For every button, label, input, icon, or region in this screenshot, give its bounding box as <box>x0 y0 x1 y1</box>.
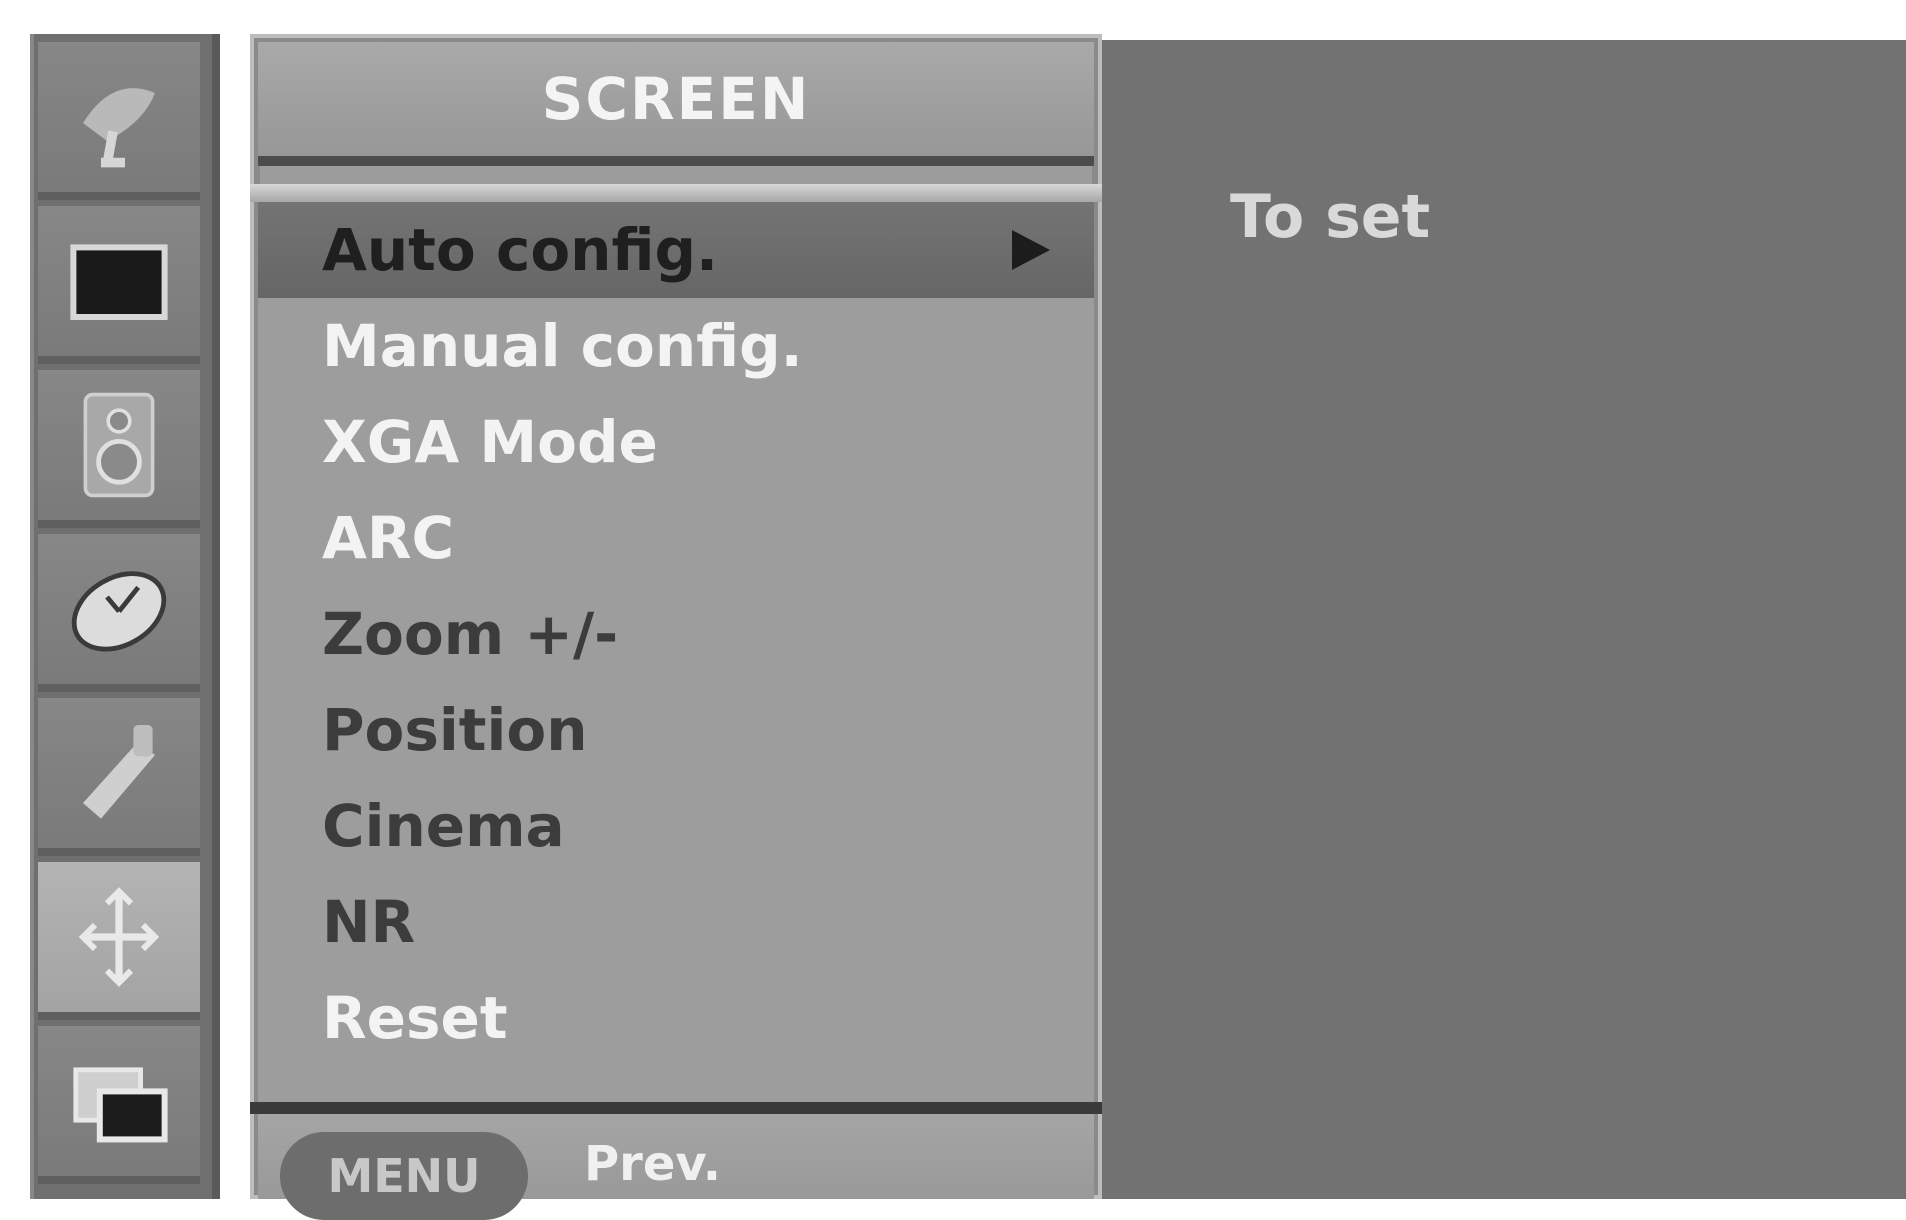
menu-header: SCREEN <box>258 42 1094 166</box>
menu-item-arc[interactable]: ARC <box>258 490 1094 586</box>
menu-item-xga-mode[interactable]: XGA Mode <box>258 394 1094 490</box>
sidebar-item-screen[interactable] <box>38 862 200 1020</box>
menu-item-label: Auto config. <box>322 216 719 284</box>
menu-footer: MENU Prev. <box>258 1114 1094 1220</box>
menu-item-label: Cinema <box>322 792 565 860</box>
menu-item-list: Auto config. Manual config. XGA Mode ARC… <box>258 202 1094 1102</box>
menu-item-position[interactable]: Position <box>258 682 1094 778</box>
special-tool-icon <box>83 725 155 819</box>
menu-title: SCREEN <box>541 65 811 133</box>
menu-item-label: ARC <box>322 504 455 572</box>
satellite-dish-icon <box>83 88 155 168</box>
sidebar-item-satellite[interactable] <box>38 42 200 200</box>
sidebar-item-audio[interactable] <box>38 370 200 528</box>
menu-item-auto-config[interactable]: Auto config. <box>258 202 1094 298</box>
sidebar-item-pip[interactable] <box>38 1026 200 1184</box>
menu-item-manual-config[interactable]: Manual config. <box>258 298 1094 394</box>
menu-divider <box>250 1102 1102 1114</box>
menu-item-label: Zoom +/- <box>322 600 619 668</box>
menu-item-label: Reset <box>322 984 508 1052</box>
screen-adjust-icon <box>78 887 160 987</box>
menu-item-cinema[interactable]: Cinema <box>258 778 1094 874</box>
menu-item-reset[interactable]: Reset <box>258 970 1094 1066</box>
menu-button[interactable]: MENU <box>280 1132 528 1220</box>
clock-icon <box>71 571 167 652</box>
description-text: To set <box>1230 182 1431 252</box>
menu-item-nr[interactable]: NR <box>258 874 1094 970</box>
arrow-right-icon <box>1012 230 1050 270</box>
menu-item-zoom[interactable]: Zoom +/- <box>258 586 1094 682</box>
menu-item-label: Position <box>322 696 588 764</box>
prev-label: Prev. <box>584 1136 722 1192</box>
description-panel: To set <box>1102 40 1906 1199</box>
speaker-icon <box>83 392 155 498</box>
sidebar-item-time[interactable] <box>38 534 200 692</box>
menu-separator <box>250 184 1102 202</box>
sidebar-item-picture[interactable] <box>38 206 200 364</box>
sidebar-icon-strip <box>30 34 220 1199</box>
pip-icon <box>73 1067 168 1143</box>
sidebar-item-special[interactable] <box>38 698 200 856</box>
menu-item-label: XGA Mode <box>322 408 658 476</box>
menu-item-label: Manual config. <box>322 312 803 380</box>
screen-menu-panel: SCREEN Auto config. Manual config. XGA M… <box>250 34 1102 1220</box>
menu-item-label: NR <box>322 888 416 956</box>
picture-icon <box>70 244 168 320</box>
